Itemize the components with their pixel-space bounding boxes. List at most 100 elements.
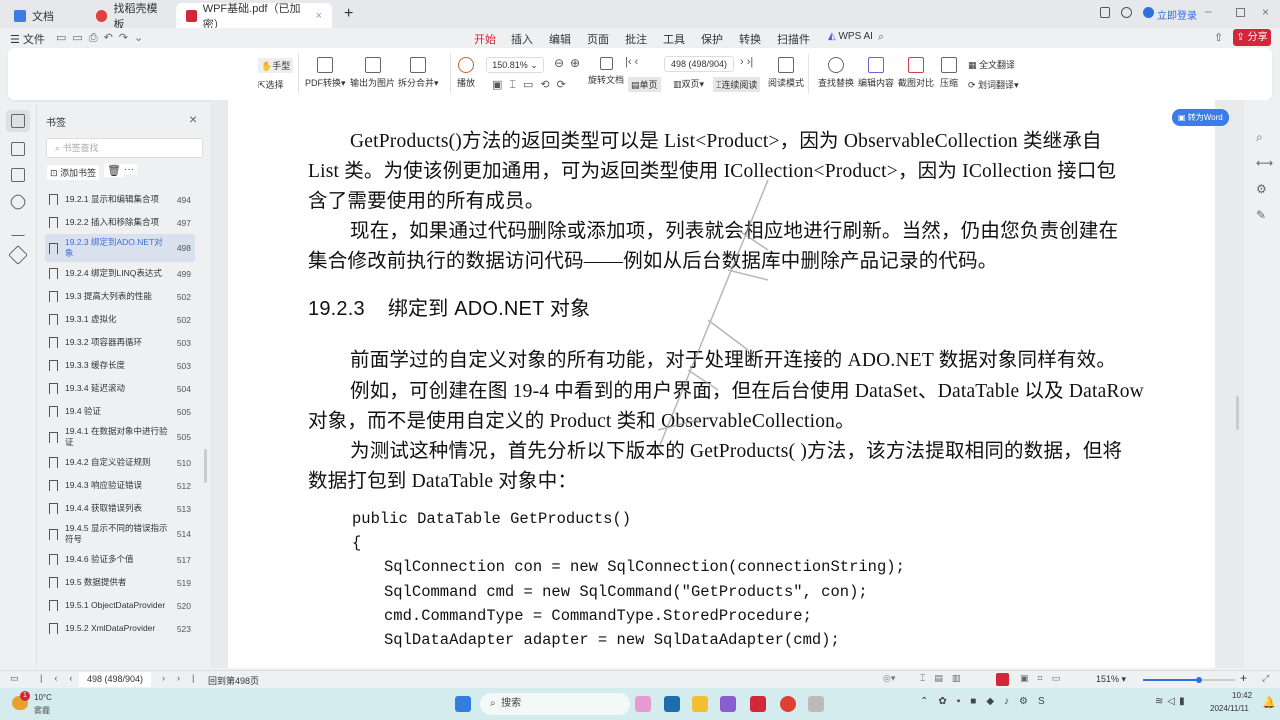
fullscreen-icon[interactable]: ⤢ xyxy=(1262,673,1269,684)
search-icon[interactable]: ⌕ xyxy=(1256,130,1263,145)
menu-insert[interactable]: 插入 xyxy=(511,31,533,47)
menu-tools[interactable]: 工具 xyxy=(663,31,685,47)
bookmark-item[interactable]: 19.2.2 插入和移除集合项 497 xyxy=(45,211,195,234)
login-link[interactable]: 立即登录 xyxy=(1157,7,1197,22)
sidebar-scrollbar[interactable] xyxy=(204,449,207,483)
menu-protect[interactable]: 保护 xyxy=(701,31,723,47)
zoom-out-in-icons[interactable]: ⊖⊕ xyxy=(554,56,586,70)
menu-page[interactable]: 页面 xyxy=(587,31,609,47)
read-mode-button[interactable]: 阅读模式 xyxy=(768,57,804,89)
word-translate-button[interactable]: ⟳ 划词翻译▾ xyxy=(968,78,1019,91)
app-icon[interactable] xyxy=(635,696,651,712)
pdf-convert-button[interactable]: PDF转换▾ xyxy=(305,57,346,89)
bookmark-item[interactable]: 19.3.2 项容器再循环 503 xyxy=(45,331,195,354)
single-page-button[interactable]: ▤单页 xyxy=(628,77,661,92)
layers-icon[interactable] xyxy=(8,245,28,265)
bookmark-icon[interactable] xyxy=(11,114,25,128)
bookmark-item[interactable]: 19.4.6 验证多个值 517 xyxy=(45,548,195,571)
menu-scan[interactable]: 扫描件 xyxy=(777,31,810,47)
page-fit-icons[interactable]: ▣⌶▭⟲⟳ xyxy=(492,78,573,92)
taskbar-search[interactable]: ⌕ 搜索 xyxy=(480,693,630,715)
bookmark-item[interactable]: 19.3 提高大列表的性能 502 xyxy=(45,285,195,308)
comment-icon[interactable] xyxy=(11,168,25,182)
add-bookmark-button[interactable]: ⊡ 添加书签 xyxy=(47,165,100,180)
eye-protection-icon[interactable]: ◎▾ xyxy=(883,673,895,684)
close-window-button[interactable]: × xyxy=(1262,5,1269,19)
toggle-sidebar-icon[interactable]: ▭ xyxy=(10,673,19,684)
find-replace-button[interactable]: 查找替换 xyxy=(818,57,854,89)
page-input[interactable]: 498 (498/904) xyxy=(664,56,734,72)
tool-icon[interactable] xyxy=(808,696,824,712)
tab-templates[interactable]: 找稻壳模板 xyxy=(86,3,176,31)
view-mode-icons[interactable]: ⌶▤▥ xyxy=(920,673,969,684)
start-icon[interactable] xyxy=(455,696,471,712)
bookmark-item[interactable]: 19.4 验证 505 xyxy=(45,400,195,423)
clock-date[interactable]: 2024/11/11 xyxy=(1210,704,1249,713)
file-menu[interactable]: ☰ 文件 xyxy=(10,31,45,47)
bookmark-item[interactable]: 19.3.4 延迟滚动 504 xyxy=(45,377,195,400)
split-merge-button[interactable]: 拆分合并▾ xyxy=(398,57,439,89)
network-volume-battery-icons[interactable]: ≋◁▮ xyxy=(1155,696,1189,707)
bookmark-item[interactable]: 19.5.1 ObjectDataProvider 520 xyxy=(45,594,195,617)
full-translate-button[interactable]: ▦ 全文翻译 xyxy=(968,58,1015,71)
continuous-button[interactable]: ⌶连续阅读 xyxy=(713,77,761,92)
more-options-button[interactable]: ··· xyxy=(121,164,137,175)
new-tab-icon[interactable]: + xyxy=(344,5,353,23)
edit-icon[interactable]: ✎ xyxy=(1256,208,1266,222)
bookmark-item[interactable]: 19.2.3 绑定到ADO.NET对象 498 xyxy=(45,234,195,262)
zoom-level[interactable]: 151% ▾ xyxy=(1096,674,1126,685)
bookmark-item[interactable]: 19.4.5 显示不同的错误指示符号 514 xyxy=(45,520,195,548)
translate-icon[interactable]: ⟷ xyxy=(1256,156,1273,170)
close-tab-icon[interactable]: × xyxy=(316,10,322,22)
thumbnail-icon[interactable] xyxy=(11,142,25,156)
double-page-button[interactable]: ▥双页▾ xyxy=(673,77,704,90)
minimize-button[interactable]: – xyxy=(1205,4,1212,18)
zoom-select[interactable]: 150.81% ⌄ xyxy=(486,57,544,73)
weather-text[interactable]: 雾霾 xyxy=(34,705,50,716)
edit-content-button[interactable]: 编辑内容 xyxy=(858,57,894,89)
bookmark-item[interactable]: 19.5 数据提供者 519 xyxy=(45,571,195,594)
chrome-icon[interactable] xyxy=(780,696,796,712)
search-icon[interactable]: ⌕ xyxy=(878,31,884,44)
bookmark-item[interactable]: 19.4.1 在数据对象中进行验证 505 xyxy=(45,423,195,451)
restore-button[interactable] xyxy=(1236,8,1245,17)
system-tray-icons[interactable]: ⌃✿▪■◆♪⚙S xyxy=(920,696,1055,707)
temperature[interactable]: 10°C xyxy=(34,693,52,702)
notification-bell-icon[interactable]: 🔔 xyxy=(1262,696,1276,709)
bookmark-item[interactable]: 19.2.4 绑定到LINQ表达式 499 xyxy=(45,262,195,285)
back-to-page-link[interactable]: 回到第498页 xyxy=(208,674,259,687)
hand-tool-button[interactable]: ✋手型 xyxy=(258,58,294,73)
bookmark-item[interactable]: 19.5.2 XmlDataProvider 523 xyxy=(45,617,195,640)
zoom-in-icon[interactable]: + xyxy=(1240,671,1247,685)
status-page-input[interactable]: 498 (498/904) xyxy=(79,672,151,687)
select-tool-button[interactable]: ⇱选择 xyxy=(258,78,284,91)
document-scrollbar[interactable] xyxy=(1236,396,1239,430)
screenshot-compare-button[interactable]: 截图对比 xyxy=(898,57,934,89)
share-button[interactable]: ⇪ 分享 xyxy=(1233,29,1271,46)
close-panel-icon[interactable]: × xyxy=(189,111,197,127)
bookmark-item[interactable]: 19.4.3 响应验证错误 512 xyxy=(45,474,195,497)
next-page-icons[interactable]: › ›| xyxy=(740,56,753,68)
tab-pdf[interactable]: WPF基础.pdf（已加密） × xyxy=(176,3,332,31)
play-button[interactable]: 播放 xyxy=(457,57,475,89)
prev-page-icons[interactable]: |‹ ‹ xyxy=(625,56,638,68)
quick-access-icons[interactable]: ▭▭⎙↶↷⌄ xyxy=(56,31,149,45)
bookmark-search-input[interactable]: ⌕ 书签查找 xyxy=(46,138,203,158)
bookmark-item[interactable]: 19.3.1 虚拟化 502 xyxy=(45,308,195,331)
wps-icon[interactable] xyxy=(750,696,766,712)
bookmark-item[interactable]: 19.4.4 获取错误列表 513 xyxy=(45,497,195,520)
bookmark-item[interactable]: 19.3.3 缓存长度 503 xyxy=(45,354,195,377)
signature-icon[interactable] xyxy=(11,222,25,236)
visual-studio-icon[interactable] xyxy=(720,696,736,712)
bookmark-item[interactable]: 19.2.1 显示和编辑集合项 494 xyxy=(45,188,195,211)
zoom-slider[interactable] xyxy=(1143,677,1235,683)
first-prev-page-icons[interactable]: |‹‹ xyxy=(40,673,84,683)
tab-docs[interactable]: 文档 xyxy=(4,3,94,28)
wps-ai-button[interactable]: ◭ WPS AI xyxy=(828,31,873,42)
menu-comment[interactable]: 批注 xyxy=(625,31,647,47)
bookmark-item[interactable]: 19.4.2 自定义验证规则 510 xyxy=(45,451,195,474)
window-icon[interactable] xyxy=(1100,7,1110,18)
folder-icon[interactable] xyxy=(692,696,708,712)
store-icon[interactable] xyxy=(664,696,680,712)
play-icon[interactable] xyxy=(996,673,1009,686)
